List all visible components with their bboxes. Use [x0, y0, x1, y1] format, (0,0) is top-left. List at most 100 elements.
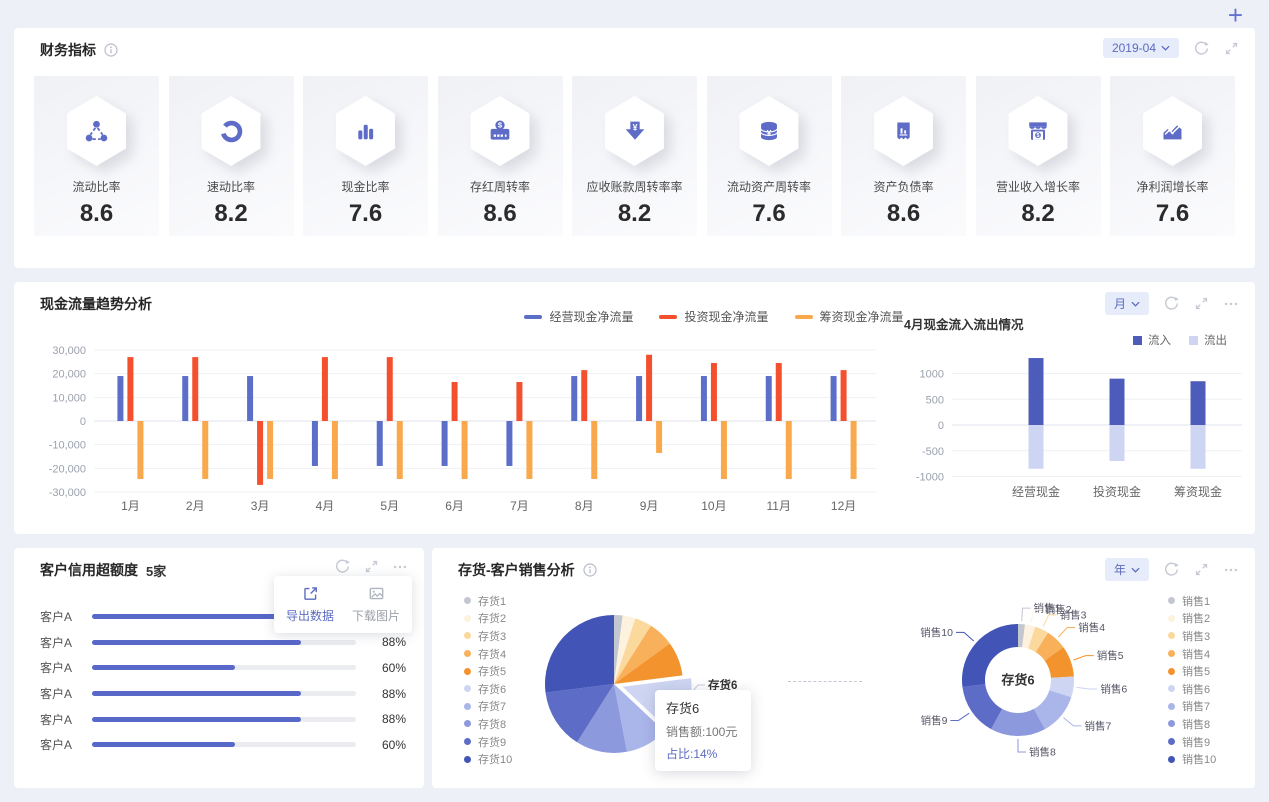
bar-投资现金净流量-7月[interactable]	[516, 381, 523, 421]
sales-donut-chart[interactable]: 销售1销售2销售3销售4销售5销售6销售7销售8销售9销售10存货6	[853, 588, 1163, 768]
bar-经营现金净流量-4月[interactable]	[311, 421, 318, 466]
legend-item-存货6[interactable]: 存货6	[464, 680, 512, 698]
bar-经营现金净流量-3月[interactable]	[247, 376, 254, 421]
refresh-icon[interactable]	[1193, 40, 1210, 57]
legend-item-存货4[interactable]: 存货4	[464, 645, 512, 663]
legend-item-financing[interactable]: 筹资现金净流量	[794, 308, 904, 325]
legend-item-存货1[interactable]: 存货1	[464, 592, 512, 610]
expand-icon[interactable]	[1194, 296, 1209, 311]
bar-流入-投资现金[interactable]	[1109, 378, 1125, 425]
kpi-card-current-ratio[interactable]: 流动比率 8.6	[34, 76, 159, 236]
credit-row[interactable]: 客户A 60%	[40, 655, 406, 681]
kpi-card-receivables-turnover[interactable]: ¥ 应收账款周转率率 8.2	[572, 76, 697, 236]
info-icon[interactable]	[583, 563, 597, 577]
bar-投资现金净流量-6月[interactable]	[451, 381, 458, 421]
legend-item-存货8[interactable]: 存货8	[464, 715, 512, 733]
more-icon[interactable]	[1223, 562, 1239, 578]
bar-流入-经营现金[interactable]	[1028, 358, 1044, 425]
bar-流入-筹资现金[interactable]	[1190, 381, 1206, 425]
bar-投资现金净流量-5月[interactable]	[386, 357, 393, 421]
more-icon[interactable]	[392, 559, 408, 575]
bar-经营现金净流量-7月[interactable]	[506, 421, 513, 466]
bar-投资现金净流量-8月[interactable]	[581, 370, 588, 421]
credit-row[interactable]: 客户A 60%	[40, 732, 406, 758]
bar-投资现金净流量-11月[interactable]	[775, 363, 782, 421]
bar-经营现金净流量-11月[interactable]	[765, 376, 772, 421]
bar-经营现金净流量-1月[interactable]	[117, 376, 124, 421]
legend-item-存货2[interactable]: 存货2	[464, 610, 512, 628]
export-data-menu-item[interactable]: 导出数据	[284, 585, 336, 624]
bar-经营现金净流量-8月[interactable]	[571, 376, 578, 421]
expand-icon[interactable]	[1224, 41, 1239, 56]
bar-经营现金净流量-12月[interactable]	[830, 376, 837, 421]
info-icon[interactable]	[104, 43, 118, 57]
bar-筹资现金净流量-3月[interactable]	[267, 421, 274, 479]
bar-筹资现金净流量-11月[interactable]	[785, 421, 792, 479]
kpi-card-profit-growth[interactable]: 净利润增长率 7.6	[1110, 76, 1235, 236]
refresh-icon[interactable]	[1163, 561, 1180, 578]
bar-筹资现金净流量-9月[interactable]	[656, 421, 663, 453]
legend-item-operating[interactable]: 经营现金净流量	[524, 308, 633, 325]
legend-item-销售1[interactable]: 销售1	[1168, 592, 1216, 610]
legend-item-销售5[interactable]: 销售5	[1168, 662, 1216, 680]
credit-row[interactable]: 客户A 88%	[40, 630, 406, 656]
bar-经营现金净流量-6月[interactable]	[441, 421, 448, 466]
bar-投资现金净流量-9月[interactable]	[646, 354, 653, 421]
bar-筹资现金净流量-5月[interactable]	[396, 421, 403, 479]
kpi-card-current-assets-turnover[interactable]: ¥ 流动资产周转率 7.6	[706, 76, 832, 236]
legend-item-销售10[interactable]: 销售10	[1168, 750, 1216, 768]
legend-item-销售4[interactable]: 销售4	[1168, 645, 1216, 663]
download-image-menu-item[interactable]: 下载图片	[350, 585, 402, 624]
bar-筹资现金净流量-7月[interactable]	[526, 421, 533, 479]
cashflow-bar-chart[interactable]: 30,000 20,000 10,000 0 -10,000 -20,000 -30,000…	[28, 326, 883, 518]
kpi-card-revenue-growth[interactable]: $ 营业收入增长率 8.2	[975, 76, 1101, 236]
bar-经营现金净流量-10月[interactable]	[700, 376, 707, 421]
legend-item-销售6[interactable]: 销售6	[1168, 680, 1216, 698]
bar-筹资现金净流量-6月[interactable]	[461, 421, 468, 479]
credit-row[interactable]: 客户A 88%	[40, 706, 406, 732]
bar-投资现金净流量-12月[interactable]	[840, 370, 847, 421]
bar-筹资现金净流量-12月[interactable]	[850, 421, 857, 479]
bar-流出-筹资现金[interactable]	[1190, 425, 1206, 469]
legend-item-销售3[interactable]: 销售3	[1168, 627, 1216, 645]
bar-流出-经营现金[interactable]	[1028, 425, 1044, 469]
kpi-card-inventory-turnover[interactable]: $ 存红周转率 8.6	[437, 76, 563, 236]
refresh-icon[interactable]	[1163, 295, 1180, 312]
legend-item-销售7[interactable]: 销售7	[1168, 698, 1216, 716]
period-dropdown[interactable]: 2019-04	[1102, 38, 1179, 58]
legend-item-investing[interactable]: 投资现金净流量	[659, 308, 769, 325]
legend-item-存货10[interactable]: 存货10	[464, 750, 512, 768]
expand-icon[interactable]	[364, 559, 379, 574]
bar-筹资现金净流量-10月[interactable]	[720, 421, 727, 479]
legend-item-存货5[interactable]: 存货5	[464, 662, 512, 680]
legend-item-存货7[interactable]: 存货7	[464, 698, 512, 716]
bar-投资现金净流量-10月[interactable]	[710, 363, 717, 421]
bar-投资现金净流量-1月[interactable]	[127, 357, 134, 421]
bar-筹资现金净流量-8月[interactable]	[591, 421, 598, 479]
expand-icon[interactable]	[1194, 562, 1209, 577]
bar-筹资现金净流量-2月[interactable]	[202, 421, 209, 479]
legend-item-销售9[interactable]: 销售9	[1168, 733, 1216, 751]
bar-经营现金净流量-9月[interactable]	[636, 376, 643, 421]
bar-经营现金净流量-5月[interactable]	[376, 421, 383, 466]
legend-item-存货3[interactable]: 存货3	[464, 627, 512, 645]
year-dropdown[interactable]: 年	[1104, 558, 1149, 581]
bar-流出-投资现金[interactable]	[1109, 425, 1125, 462]
pie-slice-存货10[interactable]	[545, 615, 614, 693]
kpi-card-cash-ratio[interactable]: 现金比率 7.6	[303, 76, 428, 236]
bar-投资现金净流量-2月[interactable]	[192, 357, 199, 421]
legend-item-存货9[interactable]: 存货9	[464, 733, 512, 751]
bar-经营现金净流量-2月[interactable]	[182, 376, 189, 421]
bar-投资现金净流量-4月[interactable]	[321, 357, 328, 421]
credit-row[interactable]: 客户A 88%	[40, 681, 406, 707]
bar-投资现金净流量-3月[interactable]	[257, 421, 264, 485]
bar-筹资现金净流量-1月[interactable]	[137, 421, 144, 479]
add-widget-button[interactable]: +	[1228, 2, 1243, 28]
kpi-card-quick-ratio[interactable]: 速动比率 8.2	[168, 76, 294, 236]
refresh-icon[interactable]	[334, 558, 351, 575]
more-icon[interactable]	[1223, 296, 1239, 312]
granularity-dropdown[interactable]: 月	[1104, 292, 1149, 315]
kpi-card-debt-ratio[interactable]: 资产负债率 8.6	[841, 76, 966, 236]
bar-筹资现金净流量-4月[interactable]	[331, 421, 338, 479]
inflow-outflow-chart[interactable]: 1000 500 0 -500 -1000 经营现金 投资现金 筹资现金	[894, 340, 1249, 515]
